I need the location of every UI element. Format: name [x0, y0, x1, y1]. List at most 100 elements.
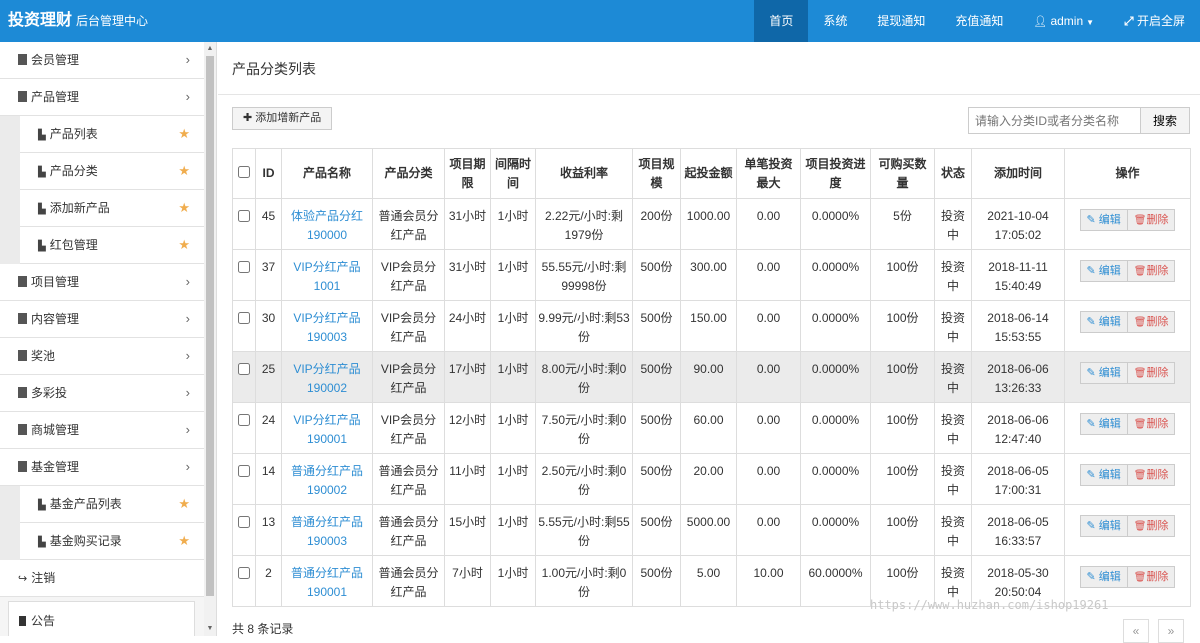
select-all-checkbox[interactable] [238, 166, 250, 178]
edit-button[interactable]: ✎ 编辑 [1079, 311, 1127, 333]
row-checkbox[interactable] [238, 363, 250, 375]
sidebar-subitem-1-2[interactable]: ▙ 添加新产品 ★ [20, 190, 204, 227]
nav-item-5[interactable]: ⤢ 开启全屏 [1109, 0, 1200, 42]
sidebar-subitem-label: 红包管理 [49, 238, 98, 252]
edit-button[interactable]: ✎ 编辑 [1079, 209, 1127, 231]
title-divider [218, 94, 1200, 95]
nav-item-1[interactable]: 系统 [808, 0, 862, 42]
sidebar-subitem-1-0[interactable]: ▙ 产品列表 ★ [20, 116, 204, 153]
column-header: 可购买数量 [870, 148, 935, 199]
pager-prev-button[interactable]: « [1123, 619, 1149, 643]
edit-button[interactable]: ✎ 编辑 [1079, 362, 1127, 384]
star-icon[interactable]: ★ [178, 227, 190, 263]
sidebar-logout[interactable]: ↪ 注销 [0, 560, 204, 597]
delete-button[interactable]: 🗑︎删除 [1126, 566, 1176, 588]
scroll-down-arrow-icon[interactable]: ▼ [204, 622, 216, 636]
cell-progress: 0.0000% [800, 249, 871, 301]
search-button[interactable]: 搜索 [1140, 107, 1190, 134]
sidebar-item-7[interactable]: 基金管理 › [0, 449, 204, 486]
row-select-cell [232, 402, 256, 454]
row-checkbox[interactable] [238, 210, 250, 222]
row-checkbox[interactable] [238, 261, 250, 273]
row-checkbox[interactable] [238, 465, 250, 477]
cell-qty: 100份 [870, 402, 935, 454]
delete-button[interactable]: 🗑︎删除 [1126, 209, 1176, 231]
column-header: 产品名称 [281, 148, 373, 199]
table-row[interactable]: 14 普通分红产品190002 普通会员分红产品 11小时 1小时 2.50元/小时:剩0… [232, 453, 1191, 505]
table-row[interactable]: 45 体验产品分红190000 普通会员分红产品 31小时 1小时 2.22元/小时:剩1… [232, 198, 1191, 250]
nav-item-3[interactable]: 充值通知 [940, 0, 1018, 42]
table-row[interactable]: 25 VIP分红产品190002 VIP会员分红产品 17小时 1小时 8.00元/小时:… [232, 351, 1191, 403]
sidebar-subitem-1-3[interactable]: ▙ 红包管理 ★ [20, 227, 204, 264]
star-icon[interactable]: ★ [178, 153, 190, 189]
table-row[interactable]: 30 VIP分红产品190003 VIP会员分红产品 24小时 1小时 9.99元/小时:… [232, 300, 1191, 352]
sidebar-item-label: 商城管理 [31, 423, 80, 437]
nav-item-4[interactable]: 👤︎ admin ▼ [1018, 0, 1109, 42]
delete-button[interactable]: 🗑︎删除 [1126, 413, 1176, 435]
row-checkbox[interactable] [238, 312, 250, 324]
delete-button[interactable]: 🗑︎删除 [1126, 515, 1176, 537]
delete-button[interactable]: 🗑︎删除 [1126, 362, 1176, 384]
sidebar-item-4[interactable]: 奖池 › [0, 338, 204, 375]
delete-button[interactable]: 🗑︎删除 [1126, 260, 1176, 282]
actions-cell: ✎ 编辑 🗑︎删除 [1064, 453, 1191, 505]
cell-name[interactable]: VIP分红产品190001 [281, 402, 373, 454]
table-row[interactable]: 37 VIP分红产品1001 VIP会员分红产品 31小时 1小时 55.55元/小时:剩… [232, 249, 1191, 301]
cell-scale: 500份 [632, 300, 681, 352]
sidebar-item-5[interactable]: 多彩投 › [0, 375, 204, 412]
column-header: 操作 [1064, 148, 1191, 199]
sidebar-item-2[interactable]: 项目管理 › [0, 264, 204, 301]
scroll-up-arrow-icon[interactable]: ▲ [204, 42, 216, 56]
cell-name[interactable]: VIP分红产品190003 [281, 300, 373, 352]
add-product-button[interactable]: ✚ 添加增新产品 [232, 107, 333, 130]
cell-interval: 1小时 [490, 300, 536, 352]
sidebar-subitem-label: 添加新产品 [49, 201, 110, 215]
delete-button[interactable]: 🗑︎删除 [1126, 464, 1176, 486]
edit-button[interactable]: ✎ 编辑 [1079, 515, 1127, 537]
table-row[interactable]: 24 VIP分红产品190001 VIP会员分红产品 12小时 1小时 7.50元/小时:… [232, 402, 1191, 454]
cell-id: 2 [255, 555, 282, 607]
cell-rate: 8.00元/小时:剩0份 [535, 351, 633, 403]
edit-button[interactable]: ✎ 编辑 [1079, 260, 1127, 282]
row-checkbox[interactable] [238, 567, 250, 579]
row-checkbox[interactable] [238, 516, 250, 528]
cell-name[interactable]: 体验产品分红190000 [281, 198, 373, 250]
search-input[interactable] [968, 107, 1140, 134]
cell-name[interactable]: VIP分红产品1001 [281, 249, 373, 301]
star-icon[interactable]: ★ [178, 190, 190, 226]
star-icon[interactable]: ★ [178, 116, 190, 152]
nav-item-0[interactable]: 首页 [754, 0, 809, 42]
cell-progress: 0.0000% [800, 351, 871, 403]
pager-next-button[interactable]: » [1158, 619, 1184, 643]
row-checkbox[interactable] [238, 414, 250, 426]
cell-name[interactable]: 普通分红产品190001 [281, 555, 373, 607]
cell-time: 2021-10-04 17:05:02 [971, 198, 1065, 250]
edit-button[interactable]: ✎ 编辑 [1079, 413, 1127, 435]
sidebar-item-label: 基金管理 [31, 460, 80, 474]
sidebar-subitem-7-0[interactable]: ▙ 基金产品列表 ★ [20, 486, 204, 523]
column-header: 产品分类 [372, 148, 445, 199]
column-header-label: 项目期限 [449, 156, 486, 190]
cell-scale: 200份 [632, 198, 681, 250]
column-header: 项目投资进度 [800, 148, 871, 199]
sidebar-scrollbar-thumb[interactable] [206, 56, 214, 596]
sidebar-item-1[interactable]: 产品管理 › [0, 79, 204, 116]
cell-name[interactable]: 普通分红产品190003 [281, 504, 373, 556]
sitemap-icon: ▙ [38, 537, 46, 548]
nav-item-2[interactable]: 提现通知 [862, 0, 940, 42]
cell-name[interactable]: VIP分红产品190002 [281, 351, 373, 403]
cell-name[interactable]: 普通分红产品190002 [281, 453, 373, 505]
sidebar-subitem-1-1[interactable]: ▙ 产品分类 ★ [20, 153, 204, 190]
star-icon[interactable]: ★ [178, 486, 190, 522]
sidebar-item-0[interactable]: 会员管理 › [0, 42, 204, 79]
brand[interactable]: 投资理财 后台管理中心 [8, 0, 148, 42]
edit-button[interactable]: ✎ 编辑 [1079, 566, 1127, 588]
star-icon[interactable]: ★ [178, 523, 190, 559]
row-select-cell [232, 555, 256, 607]
sidebar-item-6[interactable]: 商城管理 › [0, 412, 204, 449]
sidebar-subitem-7-1[interactable]: ▙ 基金购买记录 ★ [20, 523, 204, 560]
edit-button[interactable]: ✎ 编辑 [1079, 464, 1127, 486]
table-row[interactable]: 13 普通分红产品190003 普通会员分红产品 15小时 1小时 5.55元/小时:剩5… [232, 504, 1191, 556]
sidebar-item-3[interactable]: 内容管理 › [0, 301, 204, 338]
delete-button[interactable]: 🗑︎删除 [1126, 311, 1176, 333]
